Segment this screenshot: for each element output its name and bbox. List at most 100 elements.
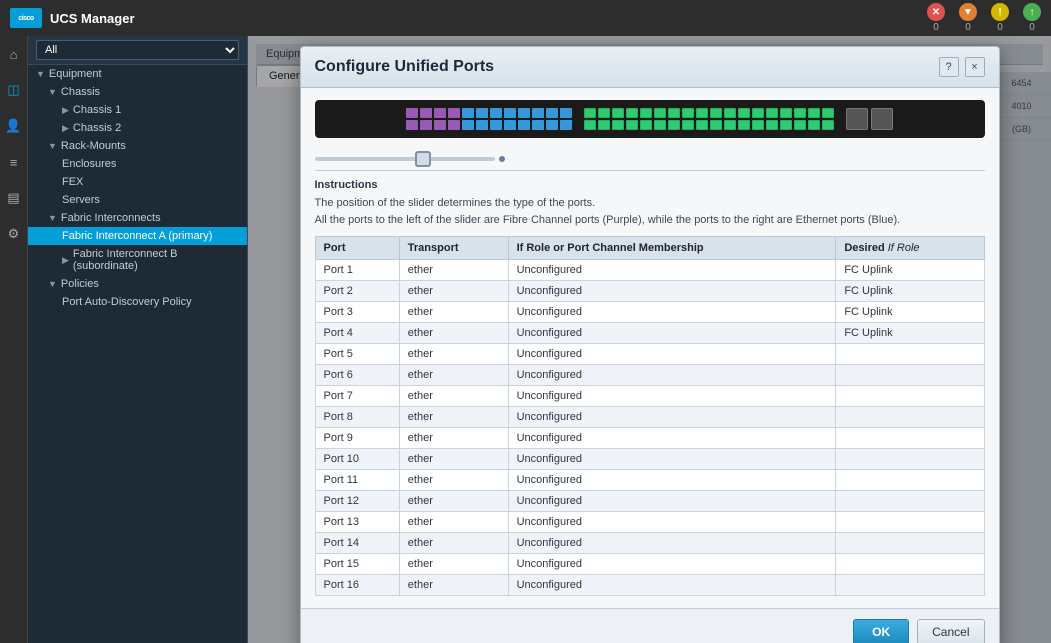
status-count-yellow: 0 <box>997 22 1003 33</box>
port-cell <box>434 108 446 118</box>
table-row: Port 4 ether Unconfigured FC Uplink <box>315 323 984 344</box>
sidebar-item-equipment[interactable]: ▼ Equipment <box>28 65 247 83</box>
port-slider-thumb[interactable] <box>415 151 431 167</box>
port-cell <box>532 108 544 118</box>
toggle-equipment: ▼ <box>36 69 45 79</box>
sidebar-item-fi-a[interactable]: Fabric Interconnect A (primary) <box>28 227 247 245</box>
ok-button[interactable]: OK <box>853 619 909 643</box>
status-icon-yellow: ! <box>991 3 1009 21</box>
port-block-right <box>584 108 834 130</box>
help-icon: ? <box>945 61 951 73</box>
table-row: Port 11 ether Unconfigured <box>315 470 984 491</box>
status-green-group: ↑ 0 <box>1023 3 1041 33</box>
cell-port: Port 13 <box>315 512 399 533</box>
nav-equipment-icon[interactable]: ◫ <box>4 80 24 100</box>
table-row: Port 8 ether Unconfigured <box>315 407 984 428</box>
nav-admin-icon[interactable]: ⚙ <box>4 224 24 244</box>
col-header-desired: Desired If Role <box>836 237 984 260</box>
table-header-row: Port Transport If Role or Port Channel M… <box>315 237 984 260</box>
nav-storage-icon[interactable]: ▤ <box>4 188 24 208</box>
cell-desired <box>836 386 984 407</box>
sidebar-filter-select[interactable]: All <box>36 40 239 60</box>
table-row: Port 1 ether Unconfigured FC Uplink <box>315 260 984 281</box>
cell-transport: ether <box>399 302 508 323</box>
table-row: Port 12 ether Unconfigured <box>315 491 984 512</box>
sidebar-item-fex[interactable]: FEX <box>28 173 247 191</box>
cell-port: Port 5 <box>315 344 399 365</box>
cell-ifrole: Unconfigured <box>508 386 836 407</box>
sidebar-item-chassis[interactable]: ▼ Chassis <box>28 83 247 101</box>
status-icon-orange: ▼ <box>959 3 977 21</box>
cell-ifrole: Unconfigured <box>508 512 836 533</box>
port-cell <box>752 108 764 118</box>
cell-transport: ether <box>399 428 508 449</box>
toggle-rack-mounts: ▼ <box>48 141 57 151</box>
cell-ifrole: Unconfigured <box>508 449 836 470</box>
port-cell <box>504 108 516 118</box>
port-block-sfp <box>846 108 893 130</box>
modal-help-button[interactable]: ? <box>939 57 959 77</box>
table-row: Port 13 ether Unconfigured <box>315 512 984 533</box>
port-cell <box>584 120 596 130</box>
status-icon-red: ✕ <box>927 3 945 21</box>
port-cell <box>626 108 638 118</box>
table-row: Port 16 ether Unconfigured <box>315 575 984 596</box>
cell-transport: ether <box>399 533 508 554</box>
port-slider-track[interactable] <box>315 157 495 161</box>
cell-transport: ether <box>399 491 508 512</box>
cell-ifrole: Unconfigured <box>508 554 836 575</box>
status-icon-row: ✕ 0 ▼ 0 ! 0 ↑ 0 <box>927 3 1041 33</box>
modal-header-actions: ? × <box>939 57 985 77</box>
ports-table: Port Transport If Role or Port Channel M… <box>315 236 985 596</box>
port-cell <box>654 108 666 118</box>
port-cell <box>406 108 418 118</box>
sidebar-item-enclosures[interactable]: Enclosures <box>28 155 247 173</box>
close-icon: × <box>971 61 977 73</box>
cell-transport: ether <box>399 260 508 281</box>
top-status-icons: ✕ 0 ▼ 0 ! 0 ↑ 0 <box>927 3 1041 33</box>
cell-ifrole: Unconfigured <box>508 260 836 281</box>
cancel-button[interactable]: Cancel <box>917 619 984 643</box>
cell-desired <box>836 344 984 365</box>
nav-users-icon[interactable]: 👤 <box>4 116 24 136</box>
port-cell <box>448 108 460 118</box>
port-cell <box>822 108 834 118</box>
sidebar-item-chassis2[interactable]: ▶ Chassis 2 <box>28 119 247 137</box>
sidebar-item-chassis1[interactable]: ▶ Chassis 1 <box>28 101 247 119</box>
cell-desired <box>836 407 984 428</box>
port-cell <box>738 108 750 118</box>
cell-ifrole: Unconfigured <box>508 470 836 491</box>
nav-network-icon[interactable]: ≡ <box>4 152 24 172</box>
cell-desired <box>836 470 984 491</box>
sidebar-label-chassis: Chassis <box>61 86 100 98</box>
sidebar-item-fi-b[interactable]: ▶ Fabric Interconnect B (subordinate) <box>28 245 247 275</box>
port-cell <box>696 120 708 130</box>
cell-ifrole: Unconfigured <box>508 428 836 449</box>
modal-close-button[interactable]: × <box>965 57 985 77</box>
modal-header: Configure Unified Ports ? × <box>301 47 999 88</box>
cell-transport: ether <box>399 344 508 365</box>
port-cell <box>668 108 680 118</box>
nav-home-icon[interactable]: ⌂ <box>4 44 24 64</box>
sidebar-label-equipment: Equipment <box>49 68 102 80</box>
sidebar-item-servers[interactable]: Servers <box>28 191 247 209</box>
sidebar-item-auto-discovery[interactable]: Port Auto-Discovery Policy <box>28 293 247 311</box>
table-row: Port 5 ether Unconfigured <box>315 344 984 365</box>
cell-port: Port 14 <box>315 533 399 554</box>
cell-ifrole: Unconfigured <box>508 281 836 302</box>
port-cell <box>780 120 792 130</box>
configure-unified-ports-modal: Configure Unified Ports ? × <box>300 46 1000 643</box>
sidebar-item-policies[interactable]: ▼ Policies <box>28 275 247 293</box>
cell-desired: FC Uplink <box>836 260 984 281</box>
port-cell <box>448 120 460 130</box>
cell-port: Port 3 <box>315 302 399 323</box>
cell-port: Port 8 <box>315 407 399 428</box>
port-cell <box>546 108 558 118</box>
modal-body: Instructions The position of the slider … <box>301 88 999 608</box>
port-cell <box>640 120 652 130</box>
cell-desired <box>836 449 984 470</box>
port-cell <box>682 120 694 130</box>
cell-port: Port 1 <box>315 260 399 281</box>
sidebar-item-fabric-interconnects[interactable]: ▼ Fabric Interconnects <box>28 209 247 227</box>
sidebar-item-rack-mounts[interactable]: ▼ Rack-Mounts <box>28 137 247 155</box>
